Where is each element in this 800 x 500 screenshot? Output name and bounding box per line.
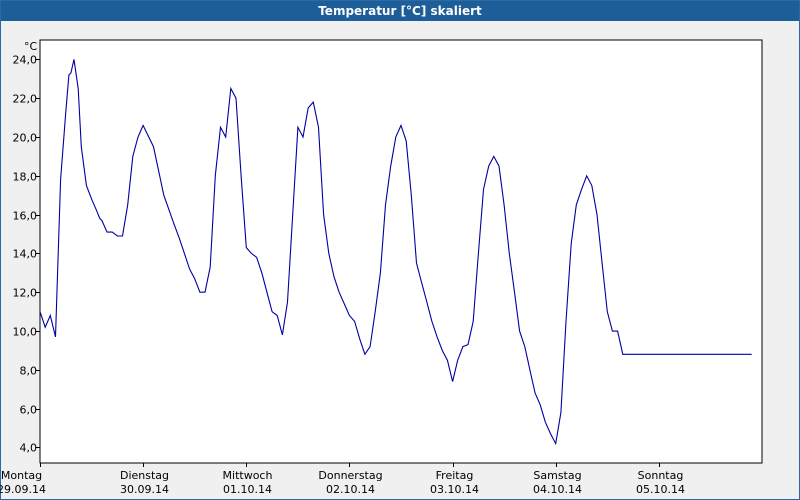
x-tick-label-day: Donnerstag bbox=[318, 469, 382, 482]
x-tick-label-date: 05.10.14 bbox=[636, 483, 685, 496]
x-tick-label-day: Mittwoch bbox=[223, 469, 273, 482]
y-tick-label: 20,0 bbox=[13, 132, 38, 145]
y-axis-label: °C bbox=[24, 40, 38, 53]
y-tick-label: 4,0 bbox=[20, 442, 38, 455]
y-tick-label: 6,0 bbox=[20, 404, 38, 417]
x-axis-ticks: Montag29.09.14 Dienstag30.09.14 Mittwoch01… bbox=[0, 463, 685, 496]
y-tick-label: 12,0 bbox=[13, 287, 38, 300]
y-tick-label: 14,0 bbox=[13, 248, 38, 261]
x-tick-label-date: 01.10.14 bbox=[223, 483, 272, 496]
x-tick-label-date: 29.09.14 bbox=[0, 483, 46, 496]
x-tick-label-date: 04.10.14 bbox=[533, 483, 582, 496]
y-tick-label: 16,0 bbox=[13, 210, 38, 223]
x-tick-label-day: Freitag bbox=[436, 469, 474, 482]
x-tick-label-date: 30.09.14 bbox=[120, 483, 169, 496]
x-tick-label-day: Sonntag bbox=[638, 469, 684, 482]
temperature-chart: 4,0 6,0 8,0 10,0 12,0 14,0 16,0 18,0 20,0 22,0 24,… bbox=[0, 39, 763, 496]
x-tick-label-day: Montag bbox=[1, 469, 42, 482]
plot-area bbox=[39, 39, 763, 464]
axes bbox=[39, 39, 763, 464]
y-tick-label: 22,0 bbox=[13, 93, 38, 106]
x-tick-label-date: 03.10.14 bbox=[430, 483, 479, 496]
y-tick-label: 24,0 bbox=[13, 54, 38, 67]
y-tick-label: 18,0 bbox=[13, 171, 38, 184]
y-tick-label: 8,0 bbox=[20, 365, 38, 378]
x-tick-label-day: Dienstag bbox=[120, 469, 169, 482]
x-tick-label-date: 02.10.14 bbox=[326, 483, 375, 496]
y-tick-label: 10,0 bbox=[13, 326, 38, 339]
x-tick-label-day: Samstag bbox=[533, 469, 581, 482]
y-axis-ticks: 4,0 6,0 8,0 10,0 12,0 14,0 16,0 18,0 20,0 22,0 24,… bbox=[13, 40, 40, 455]
